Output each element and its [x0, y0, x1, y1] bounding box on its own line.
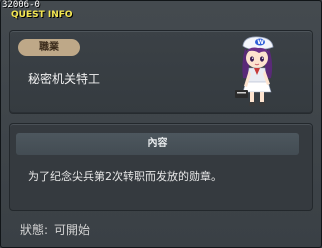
status-label: 狀態:	[20, 223, 49, 237]
window-title: QUEST INFO	[11, 10, 73, 20]
npc-character-icon: W	[235, 36, 274, 106]
content-header: 內容	[16, 133, 299, 155]
svg-text:W: W	[257, 39, 264, 46]
quest-id: 32006-0	[2, 0, 40, 10]
content-description: 为了纪念尖兵第2次转职而发放的勋章。	[28, 170, 222, 183]
job-label-badge: 職業	[18, 39, 80, 56]
status-value: 可開始	[54, 223, 91, 237]
job-name: 秘密机关特工	[28, 72, 101, 86]
quest-status: 狀態: 可開始	[20, 221, 96, 238]
